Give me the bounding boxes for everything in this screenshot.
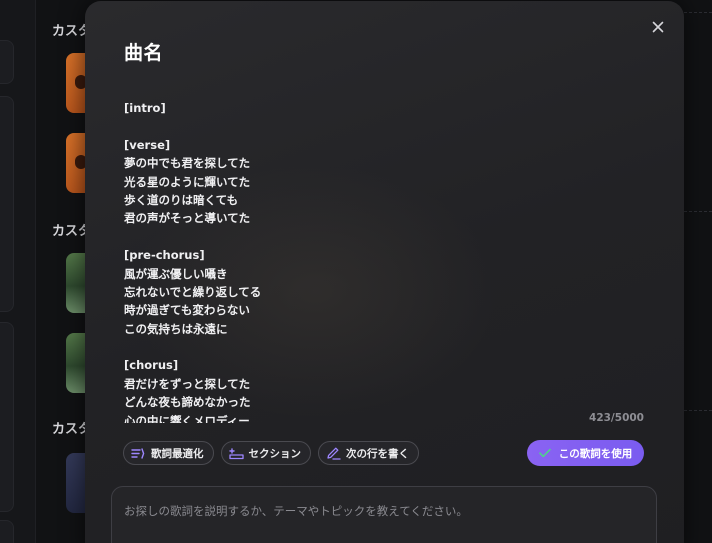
song-title: 曲名 xyxy=(124,42,164,64)
lyrics-line: [verse] xyxy=(124,137,171,152)
background-sidebar-card xyxy=(0,322,14,512)
lyrics-line: 夢の中でも君を探してた xyxy=(124,156,251,171)
section-insert-icon xyxy=(228,447,244,459)
character-count: 423/5000 xyxy=(589,412,644,424)
lyrics-text[interactable]: [intro] [verse] 夢の中でも君を探してた 光る星のように輝いてた … xyxy=(124,99,604,423)
lyrics-toolbar: 歌詞最適化 セクション 次の行を書く xyxy=(123,441,419,465)
lyrics-line: 歩く道のりは暗くても xyxy=(124,192,239,207)
check-icon xyxy=(538,448,551,458)
optimize-lines-icon xyxy=(131,447,145,459)
lyrics-blank-line xyxy=(124,228,604,246)
lyrics-line: 心の中に響くメロディー xyxy=(124,413,250,423)
lyrics-prompt-input[interactable] xyxy=(124,501,644,521)
lyrics-line: どんな夜も諦めなかった xyxy=(124,395,251,410)
close-button[interactable] xyxy=(650,19,666,35)
insert-section-label: セクション xyxy=(248,447,302,460)
lyrics-line: [pre-chorus] xyxy=(124,248,205,263)
write-next-line-label: 次の行を書く xyxy=(346,447,409,460)
lyrics-line: 君の声がそっと導いてた xyxy=(124,211,251,226)
background-divider xyxy=(684,12,712,13)
pencil-icon xyxy=(327,447,341,460)
lyrics-line: [intro] xyxy=(124,101,166,115)
use-lyrics-button[interactable]: この歌詞を使用 xyxy=(527,440,644,466)
lyrics-line: 光る星のように輝いてた xyxy=(124,174,251,189)
lyrics-line: 君だけをずっと探してた xyxy=(124,376,251,391)
background-sidebar-card xyxy=(0,40,14,84)
lyrics-line: この気持ちは永遠に xyxy=(124,321,228,336)
lyrics-line: 忘れないでと繰り返してる xyxy=(124,284,262,299)
background-divider xyxy=(684,211,712,212)
lyrics-prompt-box xyxy=(111,486,657,543)
write-next-line-button[interactable]: 次の行を書く xyxy=(318,441,419,465)
optimize-lyrics-label: 歌詞最適化 xyxy=(151,447,204,460)
lyrics-modal: 曲名 [intro] [verse] 夢の中でも君を探してた 光る星のように輝い… xyxy=(85,1,684,543)
insert-section-button[interactable]: セクション xyxy=(220,441,311,465)
optimize-lyrics-button[interactable]: 歌詞最適化 xyxy=(123,441,214,465)
use-lyrics-label: この歌詞を使用 xyxy=(558,447,633,460)
background-sidebar-card xyxy=(0,96,14,312)
lyrics-blank-line xyxy=(124,338,604,356)
lyrics-line: 風が運ぶ優しい囁き xyxy=(124,266,228,281)
close-icon xyxy=(652,21,664,33)
background-sidebar-card xyxy=(0,520,14,543)
lyrics-blank-line xyxy=(124,117,604,135)
lyrics-line: 時が過ぎても変わらない xyxy=(124,303,250,318)
background-divider xyxy=(684,410,712,411)
lyrics-line: [chorus] xyxy=(124,358,179,373)
